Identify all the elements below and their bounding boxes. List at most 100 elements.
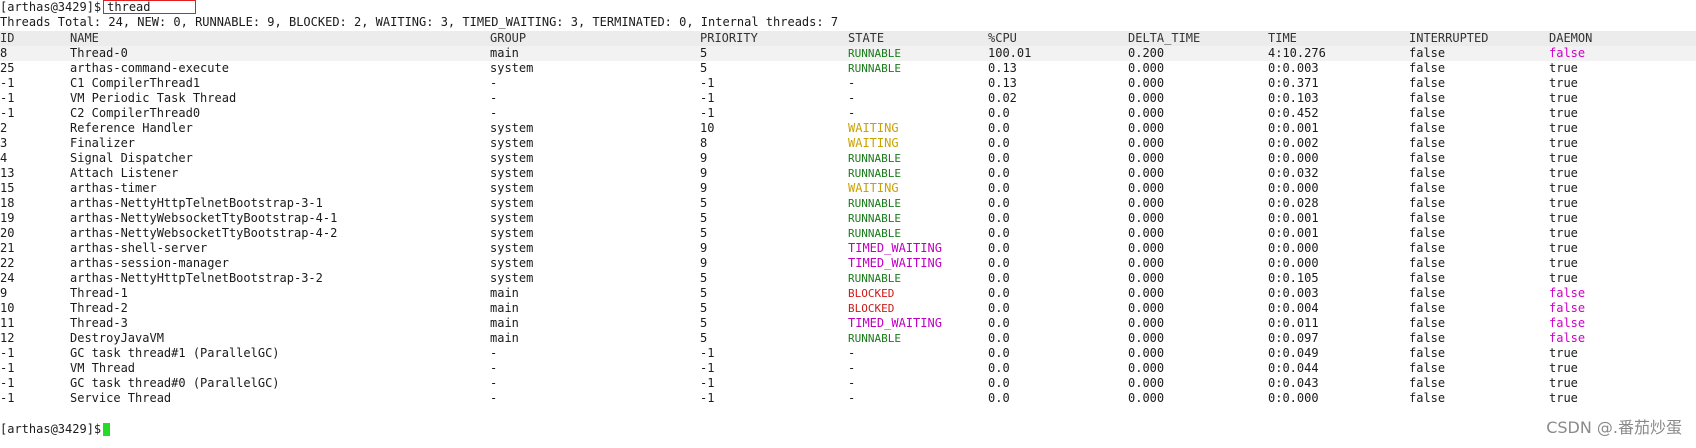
cell-time: 0:0.103 [1268,91,1319,105]
cell-time: 0:0.032 [1268,166,1319,180]
cell-cpu: 0.02 [988,91,1017,105]
cell-id: 11 [0,316,15,330]
cell-priority: 9 [700,151,708,165]
cell-interrupted: false [1409,301,1446,315]
cell-time: 0:0.000 [1268,391,1319,405]
cell-name: DestroyJavaVM [70,331,164,345]
cell-time: 0:0.003 [1268,286,1319,300]
table-row: 25 arthas-command-execute system 5 RUNNABLE 0… [0,61,1696,76]
cell-name: Attach Listener [70,166,179,180]
cell-priority: -1 [700,376,715,390]
cell-interrupted: false [1409,196,1446,210]
table-row: -1 GC task thread#1 (ParallelGC) - -1 - 0.0 0.… [0,346,1696,361]
cell-interrupted: false [1409,136,1446,150]
cell-group: main [490,46,519,60]
cell-id: 12 [0,331,15,345]
cell-interrupted: false [1409,76,1446,90]
cell-cpu: 0.0 [988,196,1010,210]
cell-name: arthas-timer [70,181,157,195]
table-body: 8 Thread-0 main 5 RUNNABLE 100.01 0.200 4:10.27… [0,46,1696,406]
cell-delta-time: 0.200 [1128,46,1165,60]
column-header-id: ID [0,31,15,45]
cell-cpu: 0.0 [988,121,1010,135]
cell-daemon: true [1549,106,1578,120]
cell-group: system [490,61,534,75]
cell-interrupted: false [1409,286,1446,300]
cell-daemon: false [1549,301,1586,315]
cell-state: WAITING [848,136,899,150]
cell-daemon: true [1549,181,1578,195]
cell-interrupted: false [1409,121,1446,135]
cell-group: system [490,136,534,150]
table-row: 12 DestroyJavaVM main 5 RUNNABLE 0.0 0.000 0:0.… [0,331,1696,346]
column-header-group: GROUP [490,31,527,45]
cell-interrupted: false [1409,331,1446,345]
column-header-priority: PRIORITY [700,31,758,45]
terminal-window[interactable]: [arthas@3429]$ thread Threads Total: 24, … [0,0,1696,448]
cell-daemon: true [1549,136,1578,150]
cell-id: 15 [0,181,15,195]
cell-delta-time: 0.000 [1128,196,1165,210]
table-row: 15 arthas-timer system 9 WAITING 0.0 0.000 0:0.… [0,181,1696,196]
terminal-cursor [103,423,111,436]
table-row: 3 Finalizer system 8 WAITING 0.0 0.000 0:0.002 f… [0,136,1696,151]
cell-state: RUNNABLE [848,332,901,345]
cell-id: 13 [0,166,15,180]
cell-name: Reference Handler [70,121,193,135]
cell-group: - [490,346,498,360]
cell-priority: 5 [700,61,708,75]
shell-prompt: [arthas@3429]$ [0,0,102,14]
cell-daemon: true [1549,361,1578,375]
cell-time: 0:0.028 [1268,196,1319,210]
cell-cpu: 0.0 [988,361,1010,375]
cell-daemon: true [1549,91,1578,105]
table-row: 20 arthas-NettyWebsocketTtyBootstrap-4-2 s… [0,226,1696,241]
cell-daemon: true [1549,166,1578,180]
cell-time: 0:0.049 [1268,346,1319,360]
cell-time: 0:0.105 [1268,271,1319,285]
cell-name: VM Periodic Task Thread [70,91,237,105]
cell-cpu: 0.0 [988,316,1010,330]
table-row: 21 arthas-shell-server system 9 TIMED_WAITIN… [0,241,1696,256]
cell-group: system [490,256,534,270]
cell-group: system [490,211,534,225]
cell-daemon: true [1549,271,1578,285]
cell-interrupted: false [1409,271,1446,285]
cell-daemon: true [1549,256,1578,270]
cell-name: Thread-3 [70,316,128,330]
cell-state: RUNNABLE [848,62,901,75]
cell-interrupted: false [1409,181,1446,195]
cell-name: Service Thread [70,391,172,405]
cell-id: -1 [0,361,15,375]
cell-group: main [490,331,519,345]
cell-state: RUNNABLE [848,152,901,165]
cell-priority: 5 [700,286,708,300]
command-text: thread [107,0,151,14]
cell-id: -1 [0,346,15,360]
table-row: 9 Thread-1 main 5 BLOCKED 0.0 0.000 0:0.003 fals… [0,286,1696,301]
command-line: [arthas@3429]$ thread [0,0,196,15]
cell-id: 22 [0,256,15,270]
cell-name: GC task thread#0 (ParallelGC) [70,376,280,390]
cell-daemon: true [1549,76,1578,90]
cell-priority: 9 [700,181,708,195]
cell-delta-time: 0.000 [1128,91,1165,105]
cell-name: VM Thread [70,361,136,375]
cell-delta-time: 0.000 [1128,226,1165,240]
cell-group: system [490,181,534,195]
cell-delta-time: 0.000 [1128,376,1165,390]
cell-group: system [490,241,534,255]
table-row: -1 C1 CompilerThread1 - -1 - 0.13 0.000 0:0.371… [0,76,1696,91]
cell-time: 0:0.004 [1268,301,1319,315]
cell-delta-time: 0.000 [1128,76,1165,90]
bottom-command-line[interactable]: [arthas@3429]$ [0,422,111,437]
cell-group: - [490,106,498,120]
cell-group: system [490,166,534,180]
cell-group: - [490,391,498,405]
cell-delta-time: 0.000 [1128,166,1165,180]
cell-group: main [490,286,519,300]
cell-interrupted: false [1409,166,1446,180]
cell-delta-time: 0.000 [1128,211,1165,225]
table-row: -1 C2 CompilerThread0 - -1 - 0.0 0.000 0:0.452 f… [0,106,1696,121]
cell-delta-time: 0.000 [1128,121,1165,135]
